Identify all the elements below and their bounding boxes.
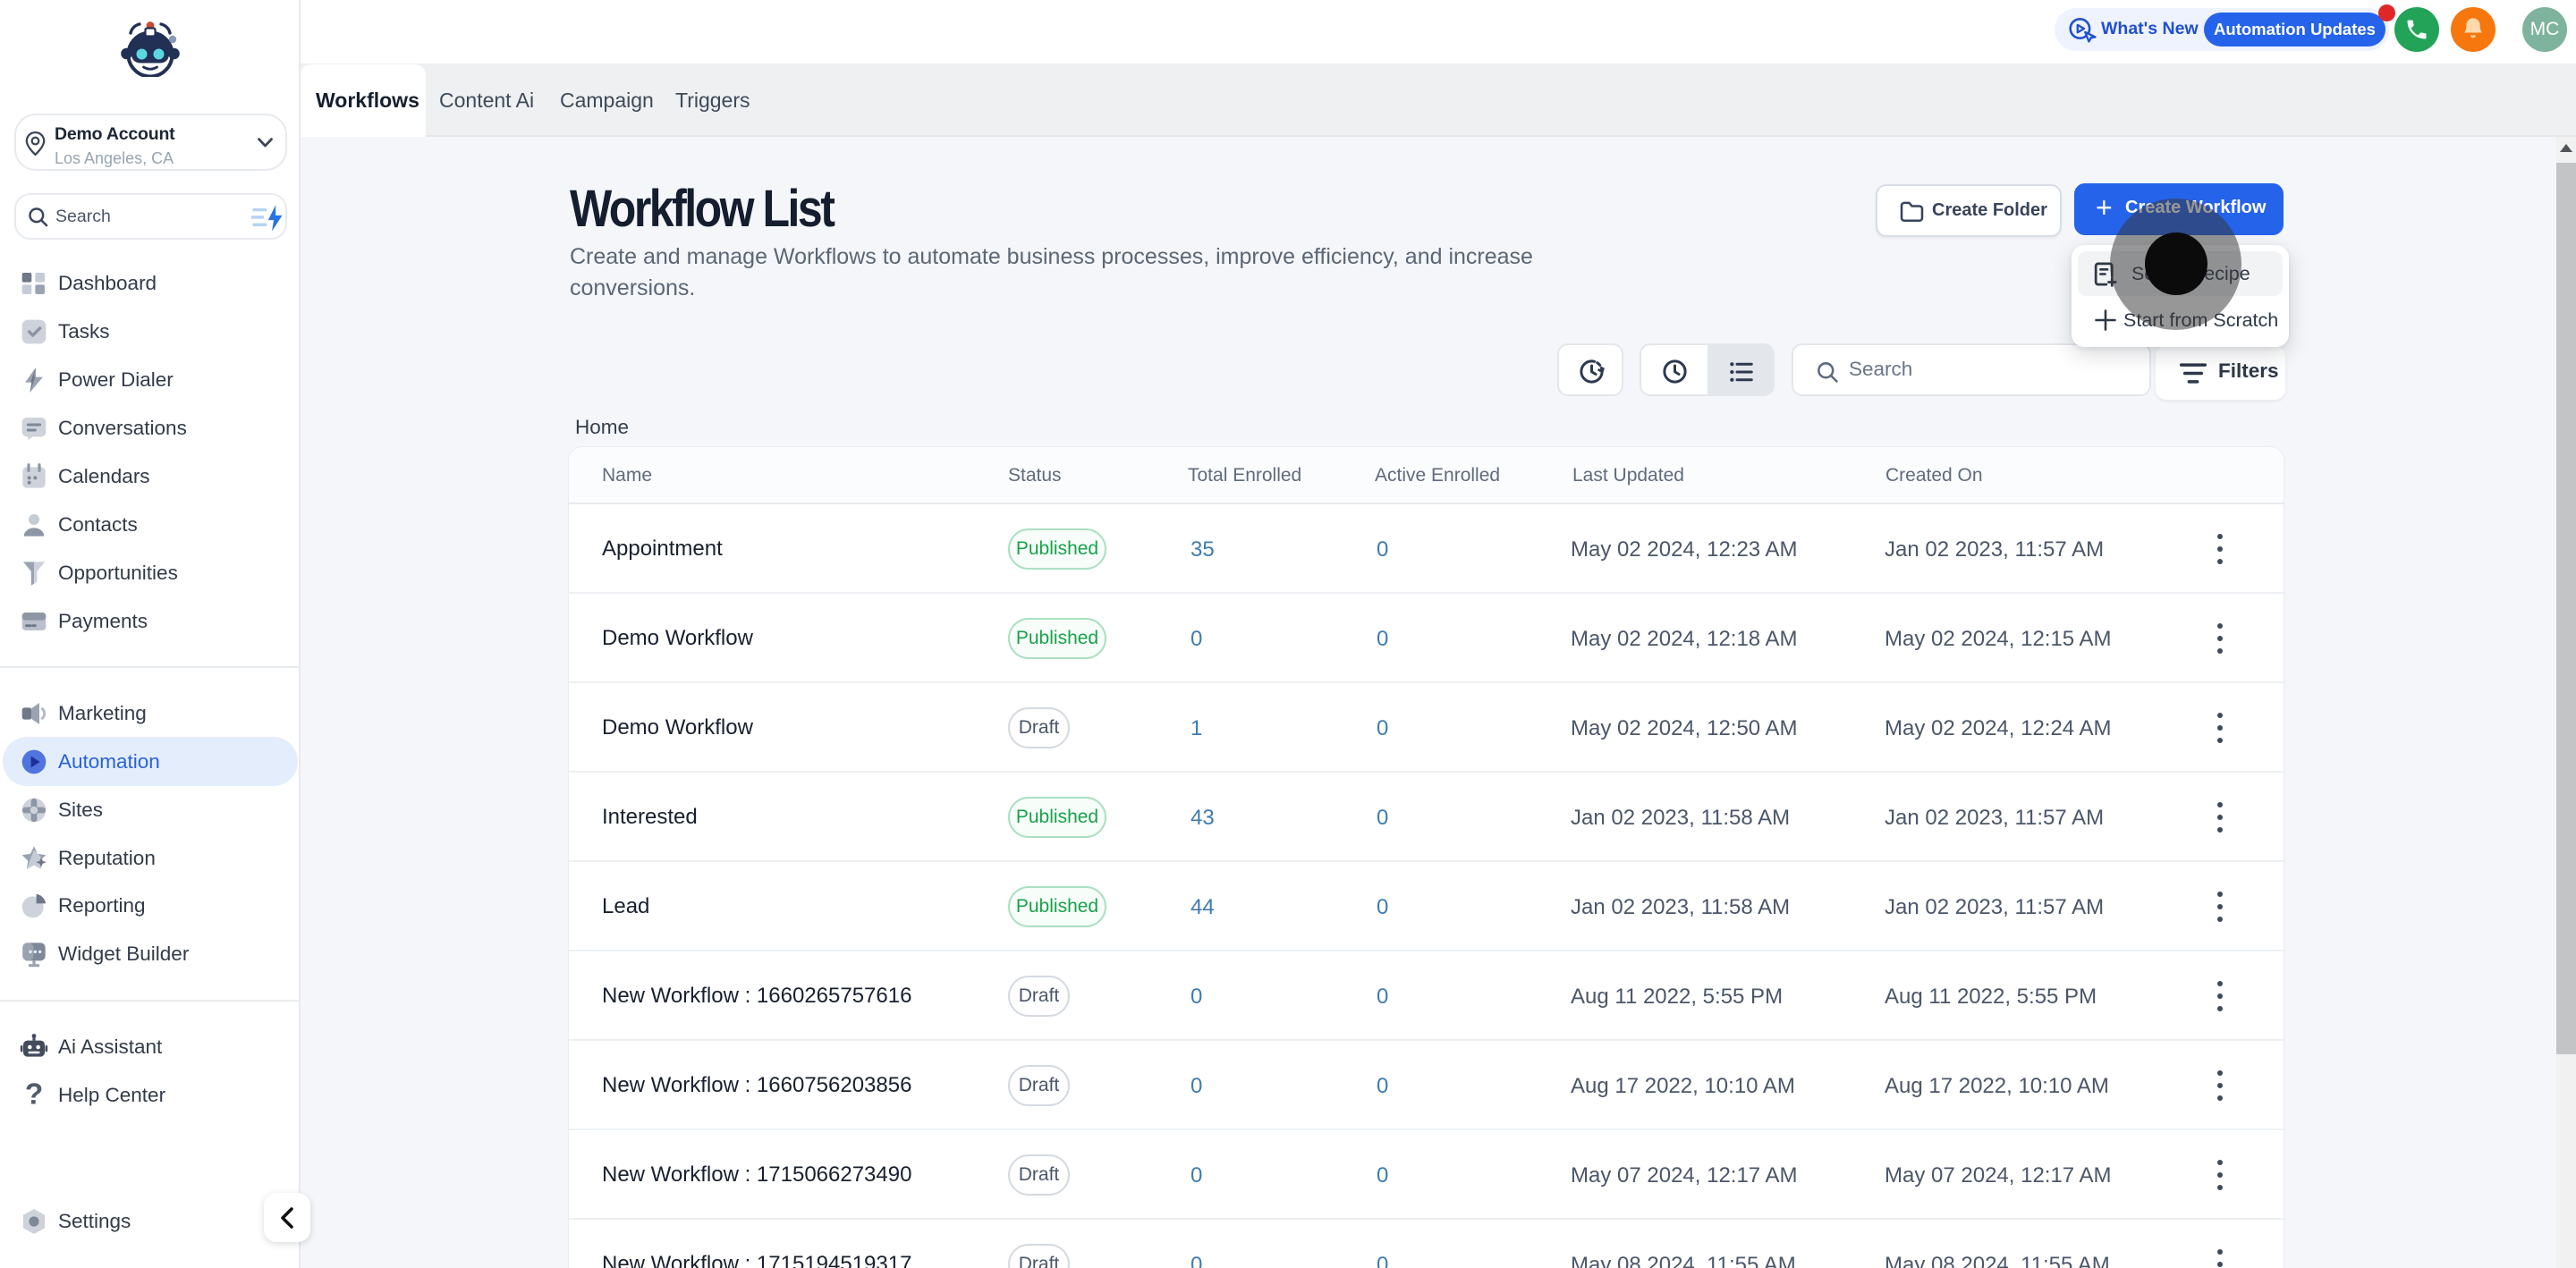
svg-text:?: ? [25,1081,43,1110]
